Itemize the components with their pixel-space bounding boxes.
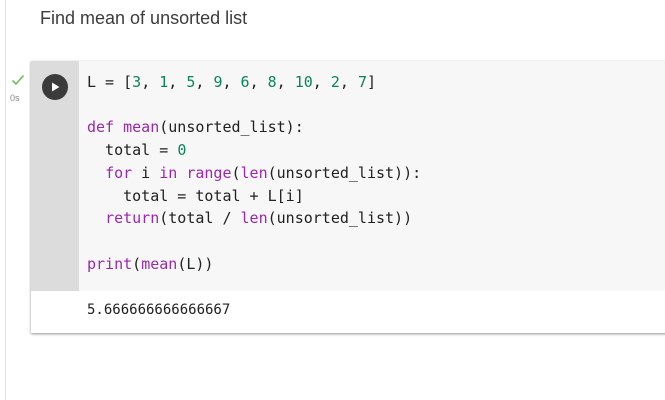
code-token: len xyxy=(240,209,268,228)
code-token: 0 xyxy=(177,141,187,160)
code-token: 10 xyxy=(294,73,313,91)
cell-output: 5.666666666666667 xyxy=(31,291,665,333)
code-token: L = [ xyxy=(87,73,133,91)
code-token: total = total + L[i] xyxy=(87,186,304,205)
code-token: 2 xyxy=(330,73,340,91)
code-token: mean xyxy=(123,118,160,137)
cell-gutter xyxy=(31,61,79,291)
code-token: , xyxy=(276,73,295,91)
code-token: ( xyxy=(231,163,241,182)
code-line: return(total / len(unsorted_list)) xyxy=(87,208,412,228)
code-token: def xyxy=(87,118,115,137)
code-token: range xyxy=(186,163,232,182)
code-token: 3 xyxy=(132,73,142,91)
code-token: i xyxy=(132,163,160,182)
code-token: ( xyxy=(132,254,142,273)
play-icon xyxy=(52,82,60,92)
code-line: def mean(unsorted_list): xyxy=(87,117,304,137)
cell-rule xyxy=(5,0,6,400)
code-token: , xyxy=(249,73,268,91)
code-token: , xyxy=(168,73,187,91)
code-token: (unsorted_list)): xyxy=(267,163,422,182)
code-token: (unsorted_list)) xyxy=(267,209,413,228)
code-token: , xyxy=(195,73,214,91)
run-cell-button[interactable] xyxy=(42,74,68,100)
code-editor[interactable]: L = [3, 1, 5, 9, 6, 8, 10, 2, 7] def mean… xyxy=(79,61,665,291)
code-line: L = [3, 1, 5, 9, 6, 8, 10, 2, 7] xyxy=(87,72,376,92)
code-token: , xyxy=(339,73,358,91)
code-line: for i in range(len(unsorted_list)): xyxy=(87,163,421,183)
code-token: mean xyxy=(141,254,178,273)
code-token: for xyxy=(105,163,133,182)
code-token: 8 xyxy=(267,73,277,91)
code-token: 7 xyxy=(357,73,367,91)
code-line: print(mean(L)) xyxy=(87,254,213,274)
code-token: (total / xyxy=(159,209,241,228)
code-token: 1 xyxy=(159,73,169,91)
execution-time: 0s xyxy=(10,93,20,103)
code-token: , xyxy=(141,73,160,91)
code-token: ] xyxy=(366,73,376,91)
code-token: print xyxy=(87,254,133,273)
code-token: in xyxy=(159,163,178,182)
check-icon xyxy=(11,74,25,86)
code-token: len xyxy=(240,163,268,182)
code-token: (L)) xyxy=(177,254,214,273)
code-token: return xyxy=(105,209,160,228)
text-cell-heading: Find mean of unsorted list xyxy=(40,8,248,28)
code-token: , xyxy=(312,73,331,91)
code-line: total = total + L[i] xyxy=(87,186,304,206)
code-line: total = 0 xyxy=(87,140,186,160)
code-cell[interactable]: L = [3, 1, 5, 9, 6, 8, 10, 2, 7] def mean… xyxy=(31,61,665,333)
code-token: , xyxy=(222,73,241,91)
code-token: 6 xyxy=(240,73,250,91)
output-text: 5.666666666666667 xyxy=(87,302,231,318)
code-token: total = xyxy=(87,141,178,160)
notebook-page: Find mean of unsorted list 0s L = [3, 1,… xyxy=(0,0,665,400)
code-token: (unsorted_list): xyxy=(159,118,304,137)
